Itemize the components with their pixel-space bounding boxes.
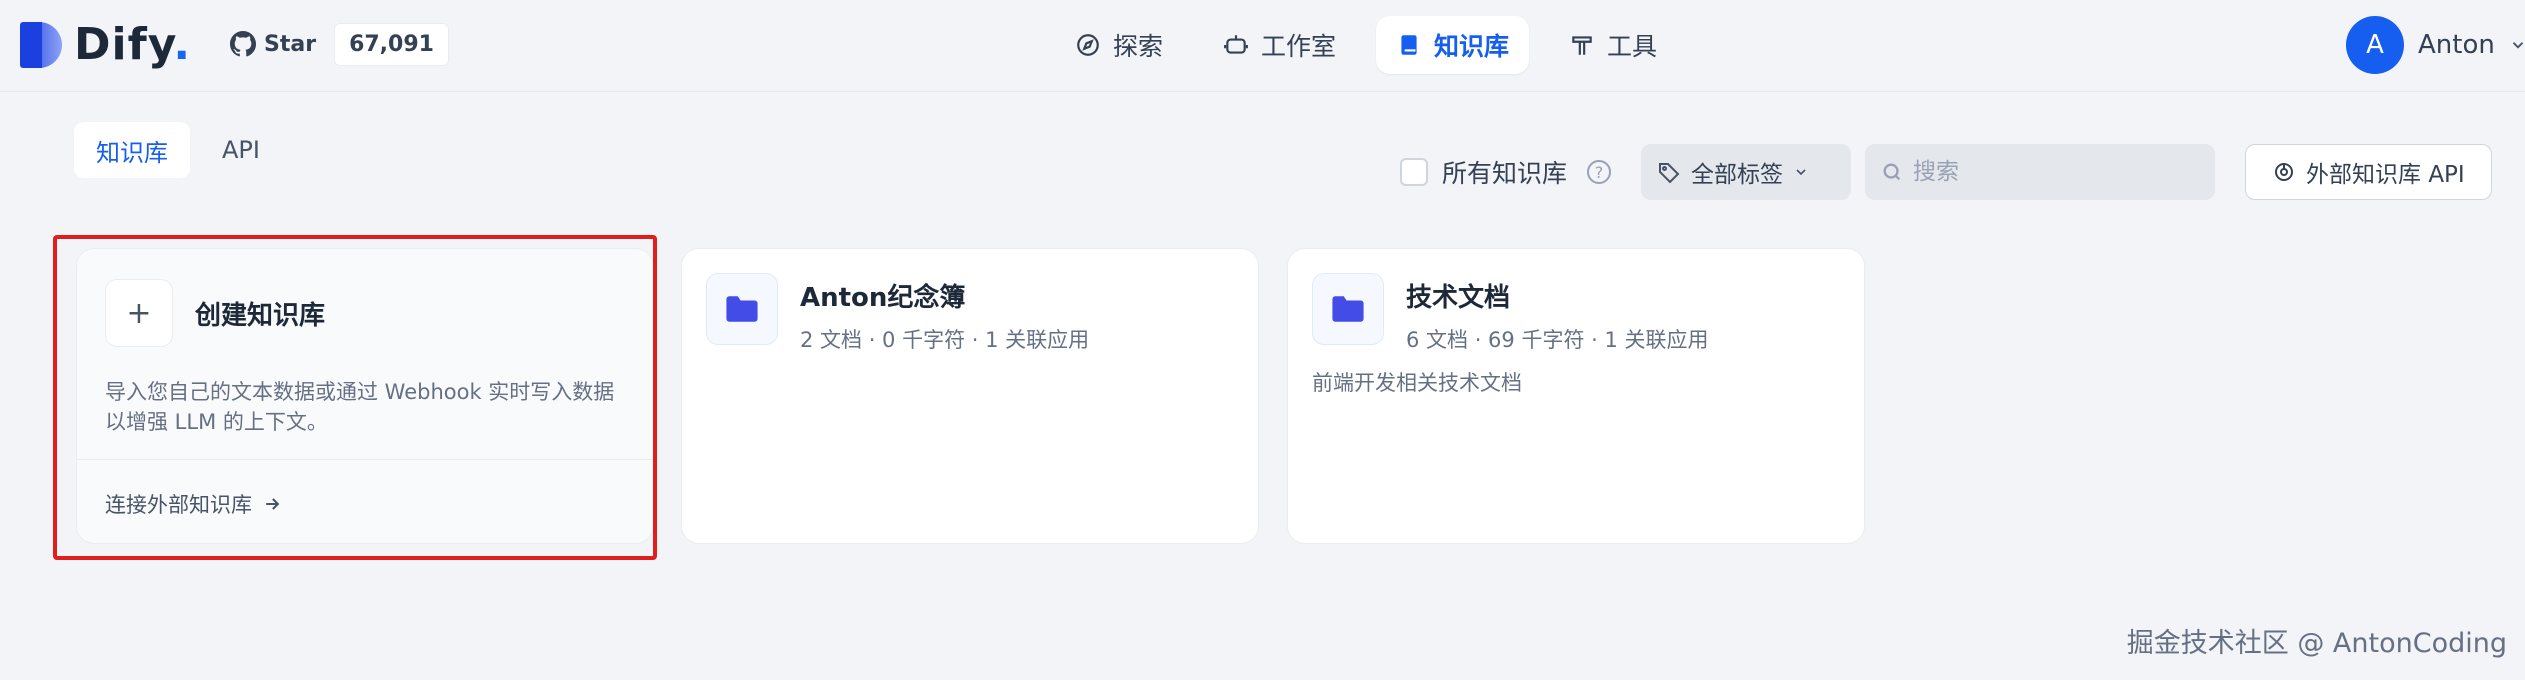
compass-icon: [1077, 34, 1099, 56]
dataset-name: 技术文档: [1406, 283, 1511, 313]
github-icon: [230, 31, 256, 57]
chevron-down-icon: [2512, 42, 2524, 49]
search-input[interactable]: [1913, 159, 2194, 185]
tab-api[interactable]: API: [200, 122, 282, 178]
help-icon[interactable]: ?: [1587, 160, 1612, 184]
main-nav: 探索 工作室 知识库 工具: [1055, 16, 1677, 74]
nav-knowledge-label: 知识库: [1434, 32, 1510, 61]
brand-dot: .: [173, 18, 192, 70]
watermark: 掘金技术社区 @ AntonCoding: [2126, 628, 2507, 659]
dataset-description: 前端开发相关技术文档: [1312, 371, 1522, 395]
api-connection-icon: [2275, 163, 2294, 181]
all-knowledge-toggle[interactable]: 所有知识库 ?: [1400, 154, 1612, 190]
nav-tools-label: 工具: [1607, 32, 1658, 61]
user-menu[interactable]: A Anton: [2346, 16, 2525, 74]
nav-explore[interactable]: 探索: [1055, 16, 1183, 74]
tag-filter-select[interactable]: 全部标签: [1641, 144, 1852, 200]
folder-icon: [706, 273, 778, 345]
dataset-name: Anton纪念簿: [800, 283, 966, 313]
folder-icon: [1312, 273, 1384, 345]
brand-name: Dify: [74, 18, 174, 70]
toolbar: 所有知识库 ? 全部标签 外部知识库 API: [1400, 144, 2492, 200]
dify-logo-mark: [20, 18, 64, 70]
all-knowledge-checkbox[interactable]: [1400, 158, 1428, 186]
search-box[interactable]: [1865, 144, 2216, 200]
nav-studio[interactable]: 工作室: [1203, 16, 1356, 74]
tag-icon: [1659, 163, 1680, 184]
external-api-button[interactable]: 外部知识库 API: [2245, 144, 2492, 200]
dataset-meta: 2 文档 · 0 千字符 · 1 关联应用: [800, 328, 1090, 352]
robot-icon: [1224, 35, 1248, 54]
section-tabs: 知识库 API: [74, 122, 282, 178]
top-header: Dify. Star 67,091 探索 工作室 知识库 工具 A Anton: [0, 0, 2525, 92]
dify-logo[interactable]: Dify.: [20, 18, 191, 70]
user-name: Anton: [2418, 30, 2495, 60]
external-api-label: 外部知识库 API: [2306, 162, 2465, 188]
dataset-card[interactable]: 技术文档 6 文档 · 69 千字符 · 1 关联应用 前端开发相关技术文档: [1287, 248, 1865, 544]
highlight-box: [53, 235, 657, 560]
avatar: A: [2346, 16, 2404, 74]
dataset-meta: 6 文档 · 69 千字符 · 1 关联应用: [1406, 328, 1709, 352]
search-icon: [1883, 163, 1901, 181]
github-star-label: Star: [264, 31, 317, 57]
tab-knowledge[interactable]: 知识库: [74, 122, 190, 178]
nav-studio-label: 工作室: [1261, 32, 1337, 61]
nav-knowledge[interactable]: 知识库: [1376, 16, 1530, 74]
github-star-count: 67,091: [334, 22, 449, 66]
hammer-icon: [1572, 36, 1592, 55]
dataset-card[interactable]: Anton纪念簿 2 文档 · 0 千字符 · 1 关联应用: [681, 248, 1259, 544]
github-star-widget[interactable]: Star 67,091: [230, 22, 449, 66]
book-icon: [1401, 35, 1417, 55]
tag-filter-label: 全部标签: [1691, 162, 1784, 188]
all-knowledge-label: 所有知识库: [1442, 159, 1568, 188]
nav-explore-label: 探索: [1113, 32, 1164, 61]
nav-tools[interactable]: 工具: [1549, 16, 1677, 74]
chevron-down-icon: [1796, 169, 1806, 176]
